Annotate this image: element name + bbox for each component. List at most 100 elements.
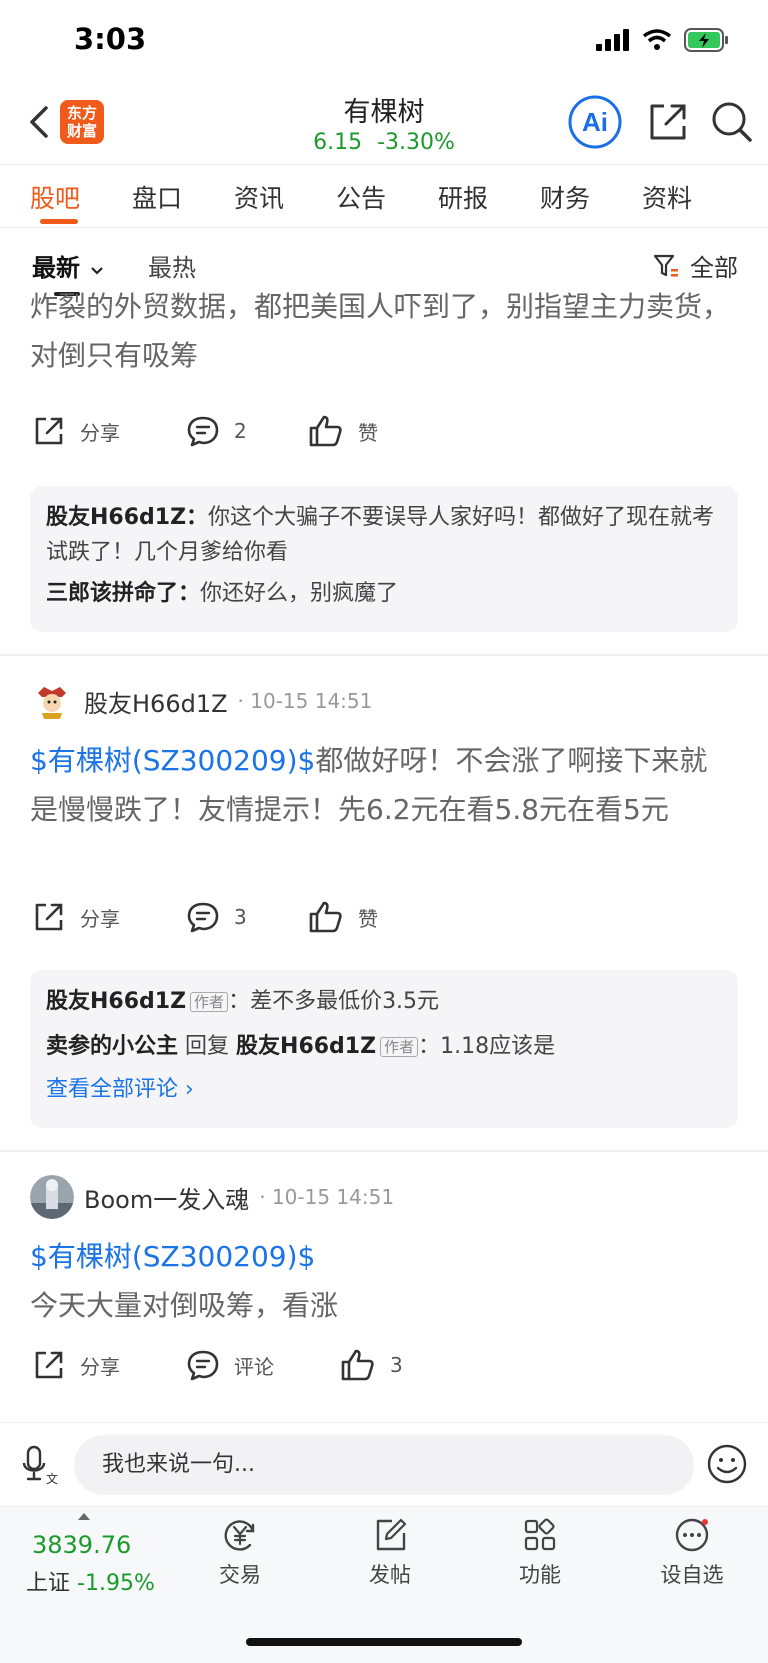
post-time-value: 10-15 14:51 bbox=[271, 1185, 395, 1209]
nav-header: 东方 财富 有棵树 6.15 -3.30% Ai bbox=[0, 80, 768, 164]
price-change: -3.30% bbox=[377, 130, 455, 155]
comment-input-bar: 文 我也来说一句... bbox=[0, 1422, 768, 1506]
thumbs-up-icon bbox=[309, 901, 342, 933]
status-bar: 3:03 bbox=[0, 0, 768, 80]
nav-trade-label: 交易 bbox=[219, 1563, 261, 1587]
comment-count: 2 bbox=[234, 419, 247, 443]
comment-user[interactable]: 卖参的小公主 bbox=[46, 1034, 178, 1059]
index-name: 上证 bbox=[26, 1571, 71, 1596]
reply-target[interactable]: 股友H66d1Z bbox=[236, 1034, 376, 1059]
post2-share-button[interactable]: 分享 bbox=[32, 900, 120, 934]
sort-hot[interactable]: 最热 bbox=[148, 248, 196, 283]
chevron-down-icon bbox=[91, 267, 104, 275]
share-icon bbox=[35, 417, 63, 445]
tab-finance[interactable]: 财务 bbox=[540, 179, 590, 215]
comment-item[interactable]: 股友H66d1Z：你这个大骗子不要误导人家好吗！都做好了现在就考试跌了！几个月爹… bbox=[46, 500, 722, 570]
comment-item[interactable]: 三郎该拼命了：你还好么，别疯魔了 bbox=[46, 576, 722, 611]
status-icons bbox=[596, 28, 730, 52]
stock-link[interactable]: $有棵树(SZ300209)$ bbox=[30, 744, 315, 777]
nav-function-label: 功能 bbox=[519, 1563, 561, 1587]
comment-user[interactable]: 股友H66d1Z： bbox=[46, 505, 208, 530]
view-all-comments-link[interactable]: 查看全部评论 › bbox=[46, 1068, 722, 1112]
active-tab-indicator bbox=[40, 219, 78, 224]
nav-function[interactable]: 功能 bbox=[490, 1517, 590, 1589]
like-count: 3 bbox=[390, 1353, 403, 1377]
share-icon[interactable] bbox=[644, 98, 692, 146]
nav-watchlist[interactable]: 设自选 bbox=[642, 1517, 742, 1589]
index-value[interactable]: 3839.76 bbox=[32, 1531, 131, 1559]
emoji-icon[interactable] bbox=[706, 1443, 748, 1485]
expand-up-icon[interactable] bbox=[78, 1513, 90, 1520]
post3-comment-button[interactable]: 评论 bbox=[186, 1348, 274, 1382]
price-value: 6.15 bbox=[313, 130, 363, 155]
svg-text:Ai: Ai bbox=[582, 107, 608, 137]
post2-comments: 股友H66d1Z 作者 ：差不多最低价3.5元 卖参的小公主 回复 股友H66d1Z… bbox=[30, 970, 738, 1128]
post2-header: 股友H66d1Z · 10-15 14:51 bbox=[30, 679, 372, 723]
voice-input-icon[interactable]: 文 bbox=[22, 1443, 62, 1487]
share-icon bbox=[35, 1351, 63, 1379]
nav-post[interactable]: 发帖 bbox=[340, 1517, 440, 1589]
post3-header: Boom一发入魂 · 10-15 14:51 bbox=[30, 1175, 394, 1219]
tab-guba[interactable]: 股吧 bbox=[30, 179, 80, 215]
post1-like-button[interactable]: 赞 bbox=[308, 414, 378, 448]
filter-label: 全部 bbox=[690, 254, 738, 282]
avatar[interactable] bbox=[30, 1175, 74, 1219]
post2-like-button[interactable]: 赞 bbox=[308, 900, 378, 934]
avatar[interactable] bbox=[30, 679, 74, 723]
author-name[interactable]: 股友H66d1Z bbox=[84, 684, 228, 719]
tab-pankou[interactable]: 盘口 bbox=[132, 179, 182, 215]
author-tag: 作者 bbox=[190, 992, 229, 1012]
tab-announcements[interactable]: 公告 bbox=[336, 179, 386, 215]
author-name[interactable]: Boom一发入魂 bbox=[84, 1180, 249, 1215]
comment-text: ：1.18应该是 bbox=[418, 1034, 556, 1059]
ai-icon[interactable]: Ai bbox=[567, 94, 623, 150]
home-indicator bbox=[246, 1638, 522, 1646]
tab-profile[interactable]: 资料 bbox=[642, 179, 692, 215]
status-time: 3:03 bbox=[74, 22, 147, 56]
comment-user[interactable]: 股友H66d1Z bbox=[46, 989, 186, 1014]
svg-text:文: 文 bbox=[46, 1471, 58, 1486]
comment-icon bbox=[187, 1350, 219, 1381]
signal-icon bbox=[596, 29, 629, 51]
stock-link[interactable]: $有棵树(SZ300209)$ bbox=[30, 1232, 730, 1281]
comment-input[interactable]: 我也来说一句... bbox=[74, 1435, 694, 1495]
tab-news[interactable]: 资讯 bbox=[234, 179, 284, 215]
comment-item[interactable]: 卖参的小公主 回复 股友H66d1Z 作者 ：1.18应该是 bbox=[46, 1029, 722, 1064]
post1-share-button[interactable]: 分享 bbox=[32, 414, 120, 448]
filter-button[interactable]: 全部 bbox=[652, 248, 738, 283]
comment-icon bbox=[187, 902, 219, 933]
trade-icon bbox=[224, 1520, 255, 1551]
post2-body[interactable]: $有棵树(SZ300209)$都做好呀！不会涨了啊接下来就是慢慢跌了！友情提示！… bbox=[30, 736, 730, 834]
index-ticker[interactable]: 上证 -1.95% bbox=[26, 1565, 155, 1597]
post-time-value: 10-15 14:51 bbox=[250, 689, 373, 713]
post1-text[interactable]: 炸裂的外贸数据，都把美国人吓到了，别指望主力卖货，对倒只有吸筹 bbox=[30, 282, 730, 380]
post1-comment-button[interactable]: 2 bbox=[186, 414, 247, 448]
comment-item[interactable]: 股友H66d1Z 作者 ：差不多最低价3.5元 bbox=[46, 984, 722, 1019]
battery-icon bbox=[684, 28, 728, 52]
post3-body[interactable]: $有棵树(SZ300209)$ 今天大量对倒吸筹，看涨 bbox=[30, 1232, 730, 1330]
post1-comments: 股友H66d1Z：你这个大骗子不要误导人家好吗！都做好了现在就考试跌了！几个月爹… bbox=[30, 486, 738, 632]
compose-icon bbox=[376, 1518, 407, 1551]
more-icon bbox=[675, 1518, 709, 1552]
reply-word: 回复 bbox=[185, 1034, 230, 1059]
comment-user[interactable]: 三郎该拼命了： bbox=[46, 581, 200, 606]
tab-research[interactable]: 研报 bbox=[438, 179, 488, 215]
post2-comment-button[interactable]: 3 bbox=[186, 900, 247, 934]
comment-text: 你还好么，别疯魔了 bbox=[200, 581, 399, 606]
sort-latest[interactable]: 最新 bbox=[32, 248, 104, 283]
post3-share-button[interactable]: 分享 bbox=[32, 1348, 120, 1382]
thumbs-up-icon bbox=[309, 415, 342, 447]
like-label: 赞 bbox=[358, 906, 378, 931]
nav-post-label: 发帖 bbox=[369, 1563, 411, 1587]
nav-trade[interactable]: 交易 bbox=[190, 1517, 290, 1589]
search-icon[interactable] bbox=[708, 98, 756, 146]
thumbs-up-icon bbox=[341, 1349, 374, 1381]
comment-icon bbox=[187, 416, 219, 447]
divider bbox=[0, 1150, 768, 1152]
post1-actions: 分享 2 赞 bbox=[0, 414, 768, 464]
comment-label: 评论 bbox=[234, 1354, 274, 1379]
filter-icon bbox=[653, 254, 678, 276]
like-label: 赞 bbox=[358, 420, 378, 445]
post3-like-button[interactable]: 3 bbox=[340, 1348, 403, 1382]
comment-text: ：差不多最低价3.5元 bbox=[228, 989, 440, 1014]
